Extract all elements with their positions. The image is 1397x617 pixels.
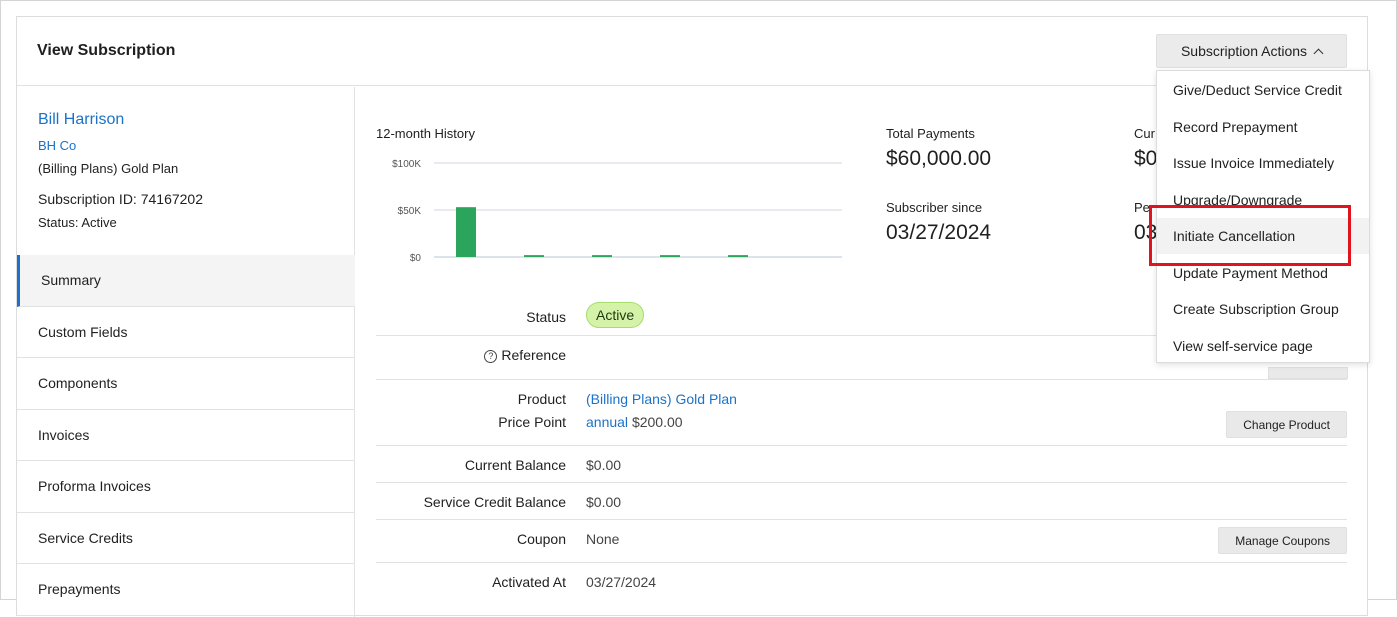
total-payments-value: $60,000.00	[886, 147, 992, 170]
price-point-value: annual $200.00	[586, 414, 683, 430]
subscriber-since-stat: Subscriber since 03/27/2024	[886, 200, 991, 245]
history-chart: $0 $50K $100K	[392, 159, 842, 264]
current-stat-partial: Cur $0	[1134, 126, 1157, 171]
subscriber-since-value: 03/27/2024	[886, 221, 992, 244]
menu-item-initiate-cancellation[interactable]: Initiate Cancellation	[1157, 218, 1369, 254]
subscription-actions-menu: Give/Deduct Service Credit Record Prepay…	[1156, 70, 1370, 363]
coupon-value: None	[586, 531, 620, 547]
chart-bar[interactable]	[728, 255, 748, 257]
manage-coupons-button[interactable]: Manage Coupons	[1218, 527, 1347, 554]
menu-item-create-subscription-group[interactable]: Create Subscription Group	[1157, 291, 1369, 327]
total-payments-stat: Total Payments $60,000.00	[886, 126, 991, 171]
subscription-actions-button[interactable]: Subscription Actions	[1156, 34, 1347, 68]
menu-item-upgrade-downgrade[interactable]: Upgrade/Downgrade	[1157, 182, 1369, 218]
sidebar-item-service-credits[interactable]: Service Credits	[17, 513, 355, 564]
chart-y-tick-label: $0	[410, 253, 422, 264]
chart-bar[interactable]	[524, 255, 544, 257]
current-stat-label: Cur	[1134, 126, 1155, 141]
product-label: Product	[517, 391, 566, 407]
current-stat-value: $0	[1134, 147, 1158, 170]
menu-item-give-deduct-service-credit[interactable]: Give/Deduct Service Credit	[1157, 72, 1369, 108]
service-credit-row: Service Credit Balance $0.00	[376, 483, 1347, 520]
menu-item-view-self-service-page[interactable]: View self-service page	[1157, 328, 1369, 364]
chart-y-tick-label: $50K	[398, 206, 422, 217]
sidebar-item-proforma-invoices[interactable]: Proforma Invoices	[17, 461, 355, 513]
activated-row: Activated At 03/27/2024	[376, 563, 1347, 603]
chart-bar[interactable]	[592, 255, 612, 257]
hidden-reference-button[interactable]	[1268, 367, 1348, 379]
period-stat-value: 03	[1134, 221, 1158, 244]
current-balance-label: Current Balance	[464, 457, 566, 473]
price-point-label: Price Point	[498, 414, 566, 430]
period-stat-label: Pe	[1134, 200, 1150, 215]
period-stat-partial: Pe 03	[1134, 200, 1157, 245]
total-payments-label: Total Payments	[886, 126, 975, 141]
price-point-amount: $200.00	[631, 414, 683, 430]
customer-sidebar: Bill Harrison BH Co (Billing Plans) Gold…	[17, 87, 355, 617]
sidebar-nav: Summary Custom Fields Components Invoice…	[17, 255, 355, 616]
reference-label: Reference	[501, 347, 566, 363]
coupon-row: Coupon None Manage Coupons	[376, 520, 1347, 563]
chart-y-tick-label: $100K	[392, 159, 421, 170]
customer-name-link[interactable]: Bill Harrison	[38, 111, 124, 129]
price-point-link[interactable]: annual	[586, 414, 628, 430]
product-row: Product (Billing Plans) Gold Plan Price …	[376, 380, 1347, 446]
customer-plan: (Billing Plans) Gold Plan	[38, 161, 179, 176]
current-balance-value: $0.00	[586, 457, 622, 473]
sidebar-item-invoices[interactable]: Invoices	[17, 410, 355, 461]
menu-item-update-payment-method[interactable]: Update Payment Method	[1157, 255, 1369, 291]
help-icon[interactable]: ?	[484, 350, 498, 363]
sidebar-item-custom-fields[interactable]: Custom Fields	[17, 307, 355, 358]
activated-label: Activated At	[492, 574, 566, 590]
reference-label-wrap: ? Reference	[376, 347, 566, 363]
subscription-actions-label: Subscription Actions	[1180, 43, 1308, 59]
service-credit-value: $0.00	[586, 494, 622, 510]
chevron-up-icon	[1313, 48, 1324, 58]
sidebar-item-prepayments[interactable]: Prepayments	[17, 564, 355, 616]
status-label: Status	[526, 309, 566, 325]
subscription-id: Subscription ID: 74167202	[38, 191, 203, 207]
customer-company-link[interactable]: BH Co	[38, 138, 76, 153]
history-title: 12-month History	[376, 126, 475, 141]
page-title: View Subscription	[37, 42, 176, 59]
coupon-label: Coupon	[516, 531, 566, 547]
activated-value: 03/27/2024	[586, 574, 657, 590]
sidebar-item-summary[interactable]: Summary	[17, 255, 355, 307]
chart-bar[interactable]	[660, 255, 680, 257]
subscriber-since-label: Subscriber since	[886, 200, 983, 215]
service-credit-label: Service Credit Balance	[423, 494, 566, 510]
subscription-status-text: Status: Active	[38, 215, 117, 230]
menu-item-issue-invoice-immediately[interactable]: Issue Invoice Immediately	[1157, 145, 1369, 181]
product-link[interactable]: (Billing Plans) Gold Plan	[586, 391, 737, 407]
current-balance-row: Current Balance $0.00	[376, 446, 1347, 483]
chart-bar[interactable]	[456, 207, 476, 257]
sidebar-item-components[interactable]: Components	[17, 358, 355, 410]
change-product-button[interactable]: Change Product	[1226, 411, 1347, 438]
status-badge: Active	[586, 302, 645, 328]
menu-item-record-prepayment[interactable]: Record Prepayment	[1157, 109, 1369, 145]
